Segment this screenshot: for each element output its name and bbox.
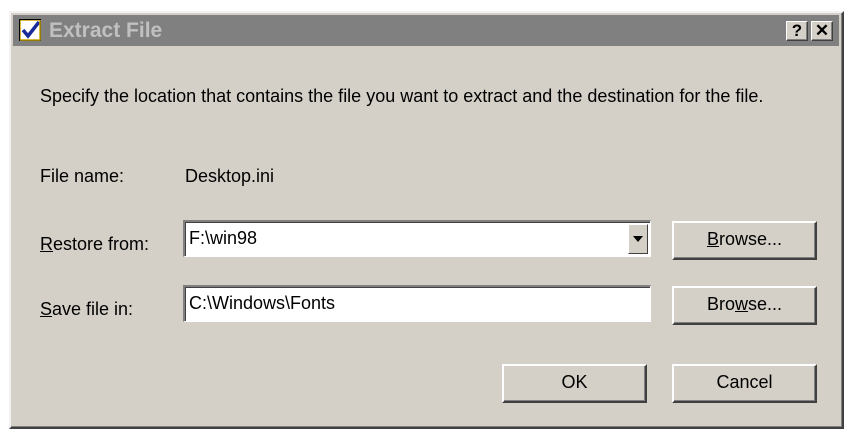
restore-from-combobox[interactable]: F:\win98 <box>183 220 651 257</box>
save-file-in-label: Save file in: <box>40 299 134 319</box>
instructions-text: Specify the location that contains the f… <box>40 86 764 106</box>
save-browse-button[interactable]: Browse... <box>672 286 817 325</box>
file-name-value: Desktop.ini <box>185 166 275 186</box>
restore-from-dropdown-button[interactable] <box>628 224 648 254</box>
restore-from-label-rest: estore from: <box>53 234 150 254</box>
file-name-label: File name: <box>40 166 125 186</box>
close-button[interactable]: ✕ <box>811 21 833 41</box>
save-file-in-input[interactable]: C:\Windows\Fonts <box>183 285 651 322</box>
restore-from-label: Restore from: <box>40 234 150 254</box>
restore-from-value: F:\win98 <box>189 228 258 248</box>
ok-button[interactable]: OK <box>502 364 647 403</box>
save-file-in-value: C:\Windows\Fonts <box>189 293 336 313</box>
cancel-button[interactable]: Cancel <box>672 364 817 403</box>
title-bar[interactable]: Extract File ? ✕ <box>13 15 839 46</box>
extract-file-dialog: Extract File ? ✕ Specify the location th… <box>9 11 844 429</box>
restore-browse-button[interactable]: Browse... <box>672 221 817 260</box>
help-button[interactable]: ? <box>786 21 808 41</box>
chevron-down-icon <box>633 236 643 242</box>
close-icon: ✕ <box>814 21 830 40</box>
window-title: Extract File <box>49 19 163 42</box>
checkbox-icon <box>19 19 41 41</box>
